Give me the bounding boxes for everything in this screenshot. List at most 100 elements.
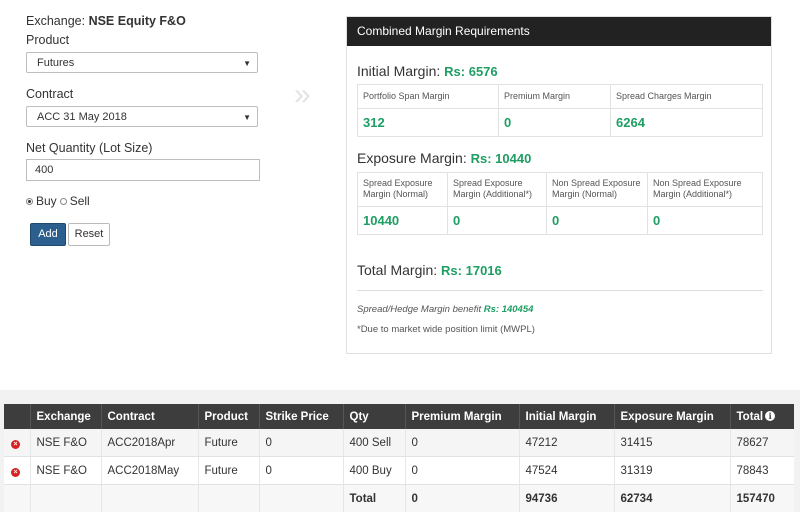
cell-total: 78843 bbox=[730, 457, 794, 485]
cell-contract: ACC2018Apr bbox=[101, 429, 198, 457]
exposure-header-cell: Spread ExposureMargin (Additional*) bbox=[448, 173, 547, 207]
margin-panel: Combined Margin Requirements Initial Mar… bbox=[346, 16, 772, 354]
footer-total-label: Total bbox=[343, 485, 405, 512]
qty-label: Net Quantity (Lot Size) bbox=[26, 141, 152, 155]
table-total-row: Total 0 94736 62734 157470 bbox=[4, 485, 794, 512]
cell-exchange: NSE F&O bbox=[30, 457, 101, 485]
exposure-value-cell: 0 bbox=[547, 207, 648, 235]
initial-value-cell: 0 bbox=[499, 109, 611, 137]
table-row: × NSE F&O ACC2018Apr Future 0 400 Sell 0… bbox=[4, 429, 794, 457]
footer-cell bbox=[4, 485, 30, 512]
chevron-down-icon: ▼ bbox=[243, 53, 251, 74]
initial-margin-heading: Initial Margin: Rs: 6576 bbox=[357, 63, 498, 79]
exposure-value-cell: 0 bbox=[448, 207, 547, 235]
footer-cell bbox=[30, 485, 101, 512]
cell-premium: 0 bbox=[405, 429, 519, 457]
cell-exposure: 31319 bbox=[614, 457, 730, 485]
table-header-row: Exchange Contract Product Strike Price Q… bbox=[4, 404, 794, 429]
exchange-value: NSE Equity F&O bbox=[89, 14, 186, 28]
info-icon[interactable]: i bbox=[765, 411, 775, 421]
column-header: Exchange bbox=[30, 404, 101, 429]
contract-select[interactable]: ACC 31 May 2018 ▼ bbox=[26, 106, 258, 127]
cell-contract: ACC2018May bbox=[101, 457, 198, 485]
initial-margin-grid: Portfolio Span Margin Premium Margin Spr… bbox=[357, 84, 763, 137]
sell-radio[interactable] bbox=[60, 198, 67, 205]
exposure-margin-amount: Rs: 10440 bbox=[471, 151, 532, 166]
column-header: Exposure Margin bbox=[614, 404, 730, 429]
positions-table: Exchange Contract Product Strike Price Q… bbox=[4, 404, 794, 512]
mwpl-note: *Due to market wide position limit (MWPL… bbox=[357, 324, 535, 335]
cell-initial: 47212 bbox=[519, 429, 614, 457]
cell-qty: 400 Sell bbox=[343, 429, 405, 457]
product-select[interactable]: Futures ▼ bbox=[26, 52, 258, 73]
column-header: Strike Price bbox=[259, 404, 343, 429]
footer-initial: 94736 bbox=[519, 485, 614, 512]
contract-select-value: ACC 31 May 2018 bbox=[37, 111, 127, 123]
column-header: Initial Margin bbox=[519, 404, 614, 429]
column-header-total: Totali bbox=[730, 404, 794, 429]
footer-premium: 0 bbox=[405, 485, 519, 512]
remove-icon[interactable]: × bbox=[11, 468, 20, 477]
qty-input[interactable]: 400 bbox=[26, 159, 260, 181]
cell-strike: 0 bbox=[259, 457, 343, 485]
column-header bbox=[4, 404, 30, 429]
product-label: Product bbox=[26, 33, 69, 47]
column-header: Product bbox=[198, 404, 259, 429]
buy-label[interactable]: Buy bbox=[36, 194, 57, 208]
footer-total: 157470 bbox=[730, 485, 794, 512]
cell-product: Future bbox=[198, 429, 259, 457]
hedge-benefit: Spread/Hedge Margin benefit Rs: 140454 bbox=[357, 304, 533, 315]
exposure-header-cell: Non Spread ExposureMargin (Normal) bbox=[547, 173, 648, 207]
cell-product: Future bbox=[198, 457, 259, 485]
product-select-value: Futures bbox=[37, 57, 74, 69]
footer-cell bbox=[198, 485, 259, 512]
initial-header-cell: Premium Margin bbox=[499, 85, 611, 109]
cell-total: 78627 bbox=[730, 429, 794, 457]
top-section: Exchange: NSE Equity F&O Product Futures… bbox=[0, 0, 800, 390]
remove-row-cell: × bbox=[4, 429, 30, 457]
initial-header-cell: Portfolio Span Margin bbox=[358, 85, 499, 109]
cell-qty: 400 Buy bbox=[343, 457, 405, 485]
initial-value-cell: 312 bbox=[358, 109, 499, 137]
exchange-display: Exchange: NSE Equity F&O bbox=[26, 14, 186, 28]
panel-divider bbox=[357, 290, 763, 291]
contract-label: Contract bbox=[26, 87, 73, 101]
table-row: × NSE F&O ACC2018May Future 0 400 Buy 0 … bbox=[4, 457, 794, 485]
footer-cell bbox=[259, 485, 343, 512]
buy-radio[interactable] bbox=[26, 198, 33, 205]
exchange-label: Exchange: bbox=[26, 14, 85, 28]
side-radio-group: Buy Sell bbox=[26, 194, 90, 208]
footer-exposure: 62734 bbox=[614, 485, 730, 512]
exposure-value-cell: 0 bbox=[648, 207, 763, 235]
panel-title: Combined Margin Requirements bbox=[347, 17, 771, 46]
remove-icon[interactable]: × bbox=[11, 440, 20, 449]
cell-exposure: 31415 bbox=[614, 429, 730, 457]
exposure-margin-label: Exposure Margin: bbox=[357, 150, 467, 166]
exposure-header-cell: Spread ExposureMargin (Normal) bbox=[358, 173, 448, 207]
exposure-margin-grid: Spread ExposureMargin (Normal) Spread Ex… bbox=[357, 172, 763, 235]
initial-margin-amount: Rs: 6576 bbox=[444, 64, 497, 79]
total-margin-label: Total Margin: bbox=[357, 262, 437, 278]
cell-strike: 0 bbox=[259, 429, 343, 457]
remove-row-cell: × bbox=[4, 457, 30, 485]
initial-header-cell: Spread Charges Margin bbox=[611, 85, 763, 109]
cell-premium: 0 bbox=[405, 457, 519, 485]
exposure-margin-heading: Exposure Margin: Rs: 10440 bbox=[357, 150, 531, 166]
initial-margin-label: Initial Margin: bbox=[357, 63, 440, 79]
add-button[interactable]: Add bbox=[30, 223, 66, 246]
sell-label[interactable]: Sell bbox=[70, 194, 90, 208]
exposure-header-cell: Non Spread ExposureMargin (Additional*) bbox=[648, 173, 763, 207]
total-margin-heading: Total Margin: Rs: 17016 bbox=[357, 262, 502, 278]
cell-initial: 47524 bbox=[519, 457, 614, 485]
hedge-benefit-label: Spread/Hedge Margin benefit bbox=[357, 304, 481, 315]
initial-value-cell: 6264 bbox=[611, 109, 763, 137]
column-header: Contract bbox=[101, 404, 198, 429]
column-header: Qty bbox=[343, 404, 405, 429]
chevron-right-icon: » bbox=[294, 78, 311, 112]
chevron-down-icon: ▼ bbox=[243, 107, 251, 128]
hedge-benefit-amount: Rs: 140454 bbox=[484, 304, 534, 315]
cell-exchange: NSE F&O bbox=[30, 429, 101, 457]
column-header: Premium Margin bbox=[405, 404, 519, 429]
footer-cell bbox=[101, 485, 198, 512]
reset-button[interactable]: Reset bbox=[68, 223, 110, 246]
